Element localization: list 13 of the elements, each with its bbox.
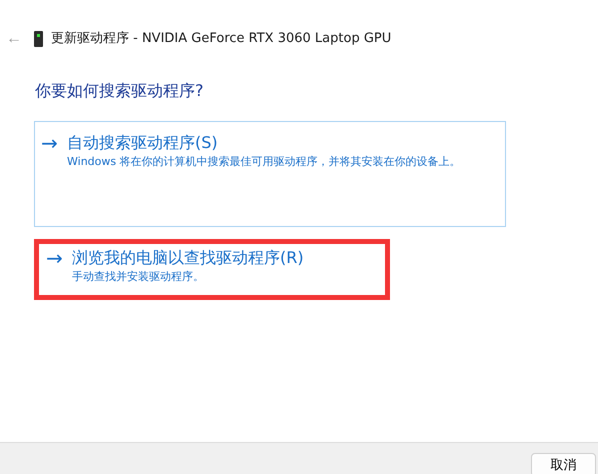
question-heading: 你要如何搜索驱动程序? — [35, 80, 204, 102]
option-title[interactable]: 自动搜索驱动程序(S) — [67, 132, 218, 154]
option-description: Windows 将在你的计算机中搜索最佳可用驱动程序，并将其安装在你的设备上。 — [67, 154, 462, 170]
option-card[interactable]: → 浏览我的电脑以查找驱动程序(R) 手动查找并安装驱动程序。 — [39, 244, 385, 295]
cancel-button[interactable]: 取消 — [531, 453, 596, 474]
arrow-icon: → — [46, 248, 72, 268]
device-icon — [34, 31, 43, 47]
option-card[interactable]: → 自动搜索驱动程序(S) Windows 将在你的计算机中搜索最佳可用驱动程序，并将其安装在你的设备上。 — [34, 121, 506, 227]
window-title: 更新驱动程序 - NVIDIA GeForce RTX 3060 Laptop GPU — [51, 30, 392, 48]
option-description: 手动查找并安装驱动程序。 — [72, 269, 205, 285]
option-title[interactable]: 浏览我的电脑以查找驱动程序(R) — [72, 247, 304, 269]
arrow-icon: → — [41, 133, 67, 153]
back-button[interactable]: ← — [4, 31, 24, 47]
